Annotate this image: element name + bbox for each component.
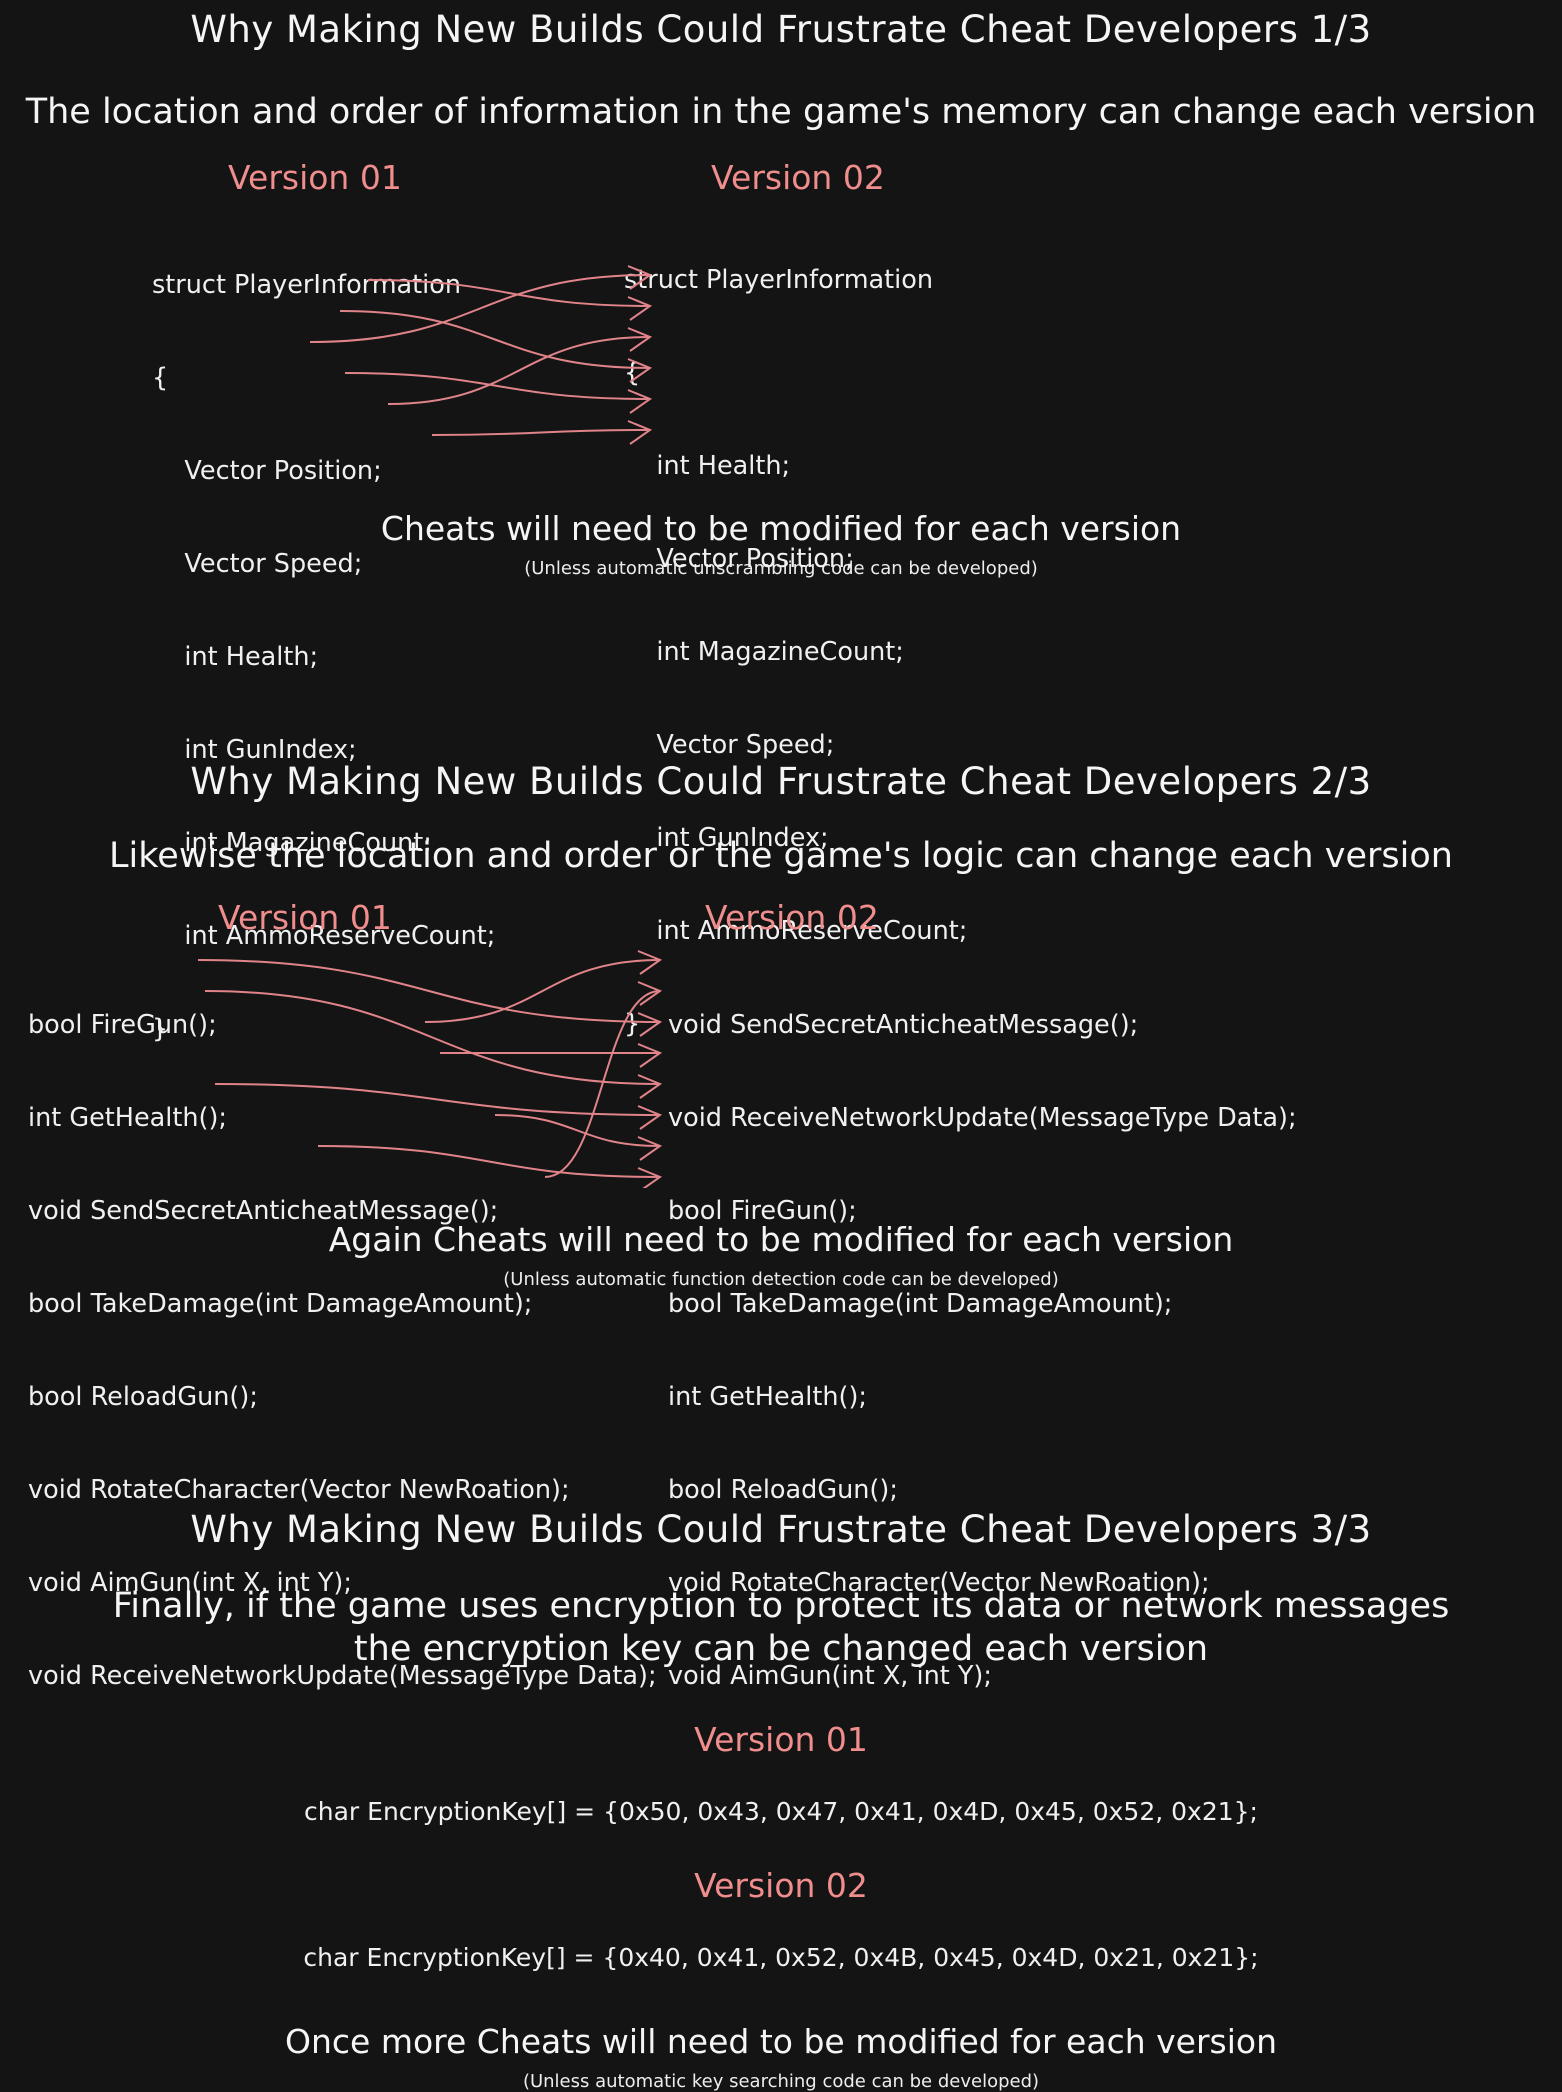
code-line: int GetHealth();	[28, 1102, 228, 1133]
code-line: struct PlayerInformation	[624, 264, 934, 295]
section-2-title: Why Making New Builds Could Frustrate Ch…	[190, 760, 1372, 803]
section-1-subtitle: The location and order of information in…	[25, 92, 1537, 132]
section-3-version-02-code: char EncryptionKey[] = {0x40, 0x41, 0x52…	[303, 1943, 1259, 1973]
code-line: int Health;	[624, 450, 791, 481]
code-line: Vector Speed;	[152, 548, 363, 579]
code-line: int MagazineCount;	[624, 636, 904, 667]
section-3-version-02-label: Version 02	[694, 1866, 868, 1906]
section-3-subtitle-line-2: the encryption key can be changed each v…	[353, 1628, 1209, 1669]
section-2: Why Making New Builds Could Frustrate Ch…	[0, 760, 1562, 1691]
section-3-title: Why Making New Builds Could Frustrate Ch…	[190, 1508, 1372, 1551]
code-line: int GetHealth();	[668, 1381, 868, 1412]
code-line: void SendSecretAnticheatMessage();	[28, 1195, 499, 1226]
code-line: Vector Position;	[152, 455, 382, 486]
section-3-version-01-label: Version 01	[694, 1720, 868, 1760]
code-line: bool ReloadGun();	[28, 1381, 258, 1412]
code-line: void SendSecretAnticheatMessage();	[668, 1009, 1139, 1040]
code-line: {	[624, 357, 641, 388]
code-line: bool FireGun();	[668, 1195, 857, 1226]
code-line: bool FireGun();	[28, 1009, 217, 1040]
section-2-version-01-label: Version 01	[218, 897, 392, 937]
section-3-note: (Unless automatic key searching code can…	[522, 2071, 1040, 2092]
section-1-title: Why Making New Builds Could Frustrate Ch…	[190, 8, 1372, 51]
section-1-code-area: struct PlayerInformation { Vector Positi…	[0, 208, 1562, 1044]
section-1-version-labels: Version 01 Version 02	[0, 158, 1562, 208]
section-3-conclusion: Once more Cheats will need to be modifie…	[285, 2022, 1277, 2062]
section-2-code-area: bool FireGun(); int GetHealth(); void Se…	[0, 948, 1562, 1691]
code-line: bool TakeDamage(int DamageAmount);	[28, 1288, 533, 1319]
code-line: int Health;	[152, 641, 319, 672]
code-line: Vector Speed;	[624, 729, 835, 760]
section-3-version-01-code: char EncryptionKey[] = {0x50, 0x43, 0x47…	[304, 1797, 1258, 1827]
code-line: bool TakeDamage(int DamageAmount);	[668, 1288, 1173, 1319]
code-line: Vector Position;	[624, 543, 854, 574]
section-1-version-01-label: Version 01	[228, 157, 402, 197]
section-2-version-labels: Version 01 Version 02	[0, 898, 1562, 948]
section-2-subtitle: Likewise the location and order or the g…	[109, 836, 1453, 876]
code-line: struct PlayerInformation	[152, 269, 462, 300]
code-line: {	[152, 362, 169, 393]
section-1: Why Making New Builds Could Frustrate Ch…	[0, 0, 1562, 1044]
section-3: Why Making New Builds Could Frustrate Ch…	[0, 1500, 1562, 2092]
section-3-subtitle-line-1: Finally, if the game uses encryption to …	[112, 1586, 1450, 1626]
section-2-version-02-label: Version 02	[705, 897, 879, 937]
section-1-version-02-label: Version 02	[711, 157, 885, 197]
code-line: void ReceiveNetworkUpdate(MessageType Da…	[668, 1102, 1297, 1133]
